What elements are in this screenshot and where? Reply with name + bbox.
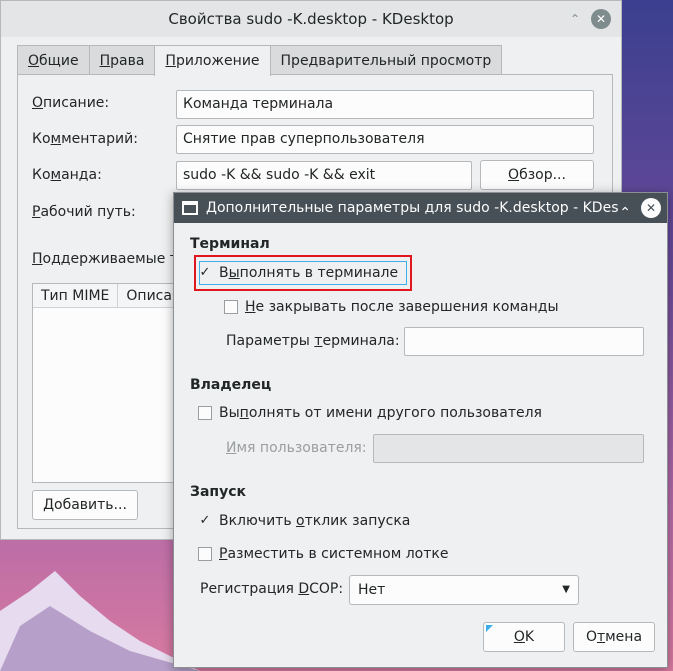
run-in-terminal-label: Выполнять в терминале xyxy=(219,265,399,281)
checkmark-icon: ✓ xyxy=(199,513,211,528)
wallpaper-mountain xyxy=(0,571,200,671)
ok-button[interactable]: OK xyxy=(483,622,565,652)
username-label: Имя пользователя: xyxy=(226,440,367,456)
window-icon xyxy=(182,201,198,215)
minimize-icon[interactable]: ⌃ xyxy=(619,198,631,223)
launch-section-title: Запуск xyxy=(190,484,246,500)
dcop-select[interactable]: Нет ▼ xyxy=(349,575,579,605)
launch-feedback-checkbox[interactable]: ✓ Включить отклик запуска xyxy=(198,513,411,529)
window-title: Свойства sudo -K.desktop - KDesktop xyxy=(168,10,454,28)
dcop-label: Регистрация DCOP: xyxy=(200,581,344,597)
terminal-options-field[interactable] xyxy=(404,327,644,356)
tab-bar: Общие Права Приложение Предварительный п… xyxy=(17,45,503,76)
run-as-other-label: Выполнять от имени другого пользователя xyxy=(219,405,542,421)
close-icon[interactable]: ✕ xyxy=(591,9,611,29)
mime-type-table[interactable]: Тип MIME Описа xyxy=(32,283,192,483)
dcop-selected-value: Нет xyxy=(358,582,386,598)
checkbox-box xyxy=(198,547,212,561)
window-titlebar[interactable]: Свойства sudo -K.desktop - KDesktop ⌃ ✕ xyxy=(1,1,621,37)
column-description[interactable]: Описа xyxy=(117,284,172,307)
username-field[interactable] xyxy=(373,434,644,463)
minimize-icon[interactable]: ⌃ xyxy=(565,9,585,29)
advanced-options-dialog: Дополнительные параметры для sudo -K.des… xyxy=(173,192,668,668)
checkmark-icon: ✓ xyxy=(199,265,211,280)
mime-table-header: Тип MIME Описа xyxy=(33,284,191,308)
supported-types-label: Поддерживаемые т xyxy=(32,251,178,267)
tab-permissions[interactable]: Права xyxy=(88,45,156,75)
tab-preview[interactable]: Предварительный просмотр xyxy=(269,45,503,75)
terminal-options-label: Параметры терминала: xyxy=(226,333,400,349)
keep-open-label: Не закрывать после завершения команды xyxy=(245,299,559,315)
system-tray-checkbox[interactable]: Разместить в системном лотке xyxy=(198,546,448,562)
dialog-title: Дополнительные параметры для sudo -K.des… xyxy=(206,200,619,216)
comment-label: Комментарий: xyxy=(32,131,138,147)
dialog-titlebar[interactable]: Дополнительные параметры для sudo -K.des… xyxy=(174,193,667,223)
browse-button[interactable]: Обзор... xyxy=(480,160,594,190)
workdir-label: Рабочий путь: xyxy=(32,204,136,220)
checkbox-box xyxy=(224,300,238,314)
cancel-button[interactable]: Отмена xyxy=(573,622,655,652)
launch-feedback-label: Включить отклик запуска xyxy=(219,513,411,529)
close-icon[interactable]: ✕ xyxy=(641,198,661,218)
run-as-other-checkbox[interactable]: Выполнять от имени другого пользователя xyxy=(198,405,542,421)
tab-general[interactable]: Общие xyxy=(17,45,90,75)
owner-section-title: Владелец xyxy=(190,377,272,393)
run-in-terminal-checkbox[interactable]: ✓ Выполнять в терминале xyxy=(198,265,399,281)
description-field[interactable]: Команда терминала xyxy=(176,90,594,119)
add-button[interactable]: Добавить... xyxy=(32,490,138,520)
description-label: Описание: xyxy=(32,95,110,111)
column-mime-type[interactable]: Тип MIME xyxy=(33,284,109,307)
comment-field[interactable]: Снятие прав суперпользователя xyxy=(176,125,594,154)
keep-open-checkbox[interactable]: Не закрывать после завершения команды xyxy=(224,299,559,315)
dropdown-arrow-icon: ▼ xyxy=(562,584,570,595)
terminal-section-title: Терминал xyxy=(190,236,270,252)
system-tray-label: Разместить в системном лотке xyxy=(219,546,449,562)
command-label: Команда: xyxy=(32,167,102,183)
tab-application[interactable]: Приложение xyxy=(154,45,271,76)
checkbox-box xyxy=(198,406,212,420)
command-field[interactable]: sudo -K && sudo -K && exit xyxy=(176,161,472,190)
